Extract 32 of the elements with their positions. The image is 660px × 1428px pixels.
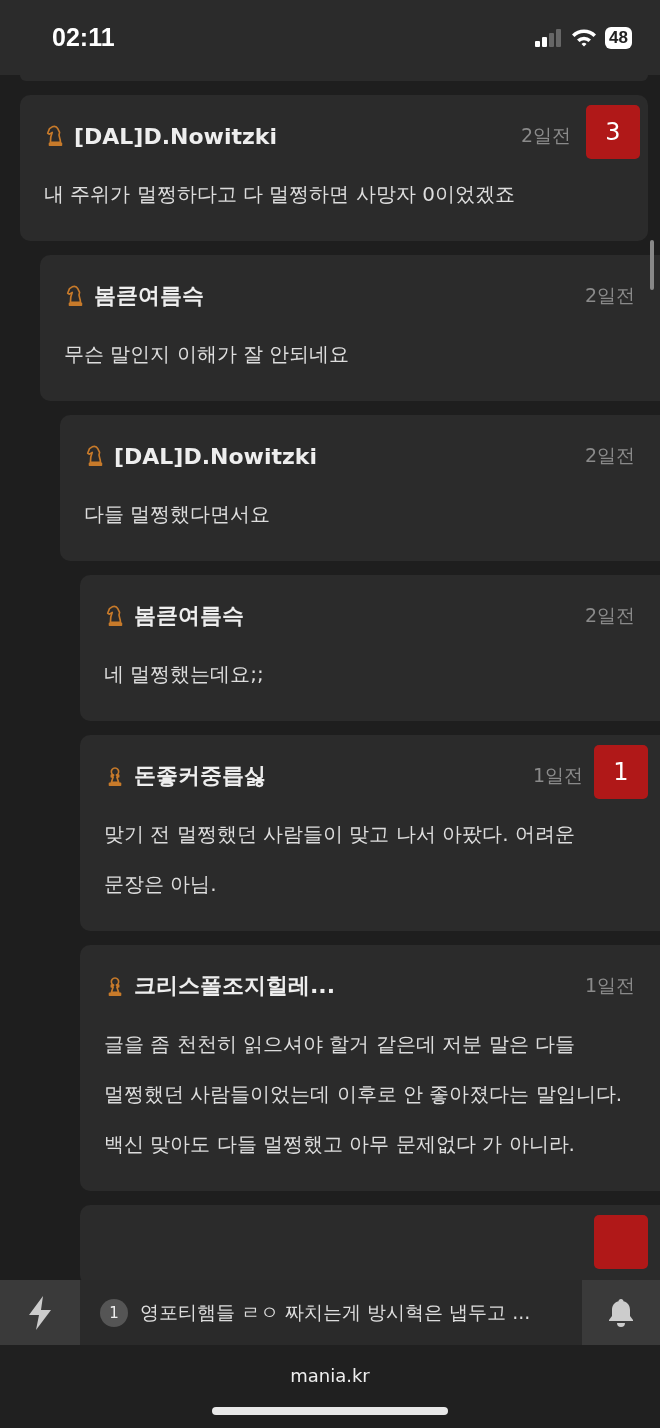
- ticker-headline: 영포티햄들 ㄹㅇ 짜치는게 방시혁은 냅두고 ...: [140, 1299, 531, 1325]
- comment-time: 2일전: [584, 603, 635, 628]
- comment-author: 봄큳여름슥: [134, 602, 245, 630]
- clock-time: 02:11: [52, 23, 115, 52]
- quick-button[interactable]: [0, 1280, 80, 1345]
- vote-count: 1: [594, 745, 648, 799]
- signal-icon: [535, 28, 564, 47]
- comment-text: 무슨 말인지 이해가 잘 안되네요: [64, 341, 351, 368]
- comment-author: 돈좋커중릅싫: [134, 762, 267, 790]
- notification-button[interactable]: [582, 1280, 660, 1345]
- vote-count: 3: [586, 105, 640, 159]
- comment-time: 1일전: [584, 973, 635, 998]
- comment-text: 글을 좀 천천히 읽으셔야 할거 같은데 저분 말은 다들 멀쩡했던 사람들이었는데 이후로 안 좋아졌다는 말입니다. 백신 맞아도 다들 멀쩡했고 아무 문제없다 가 아니라.: [104, 1031, 624, 1158]
- bell-icon: [607, 1297, 635, 1328]
- lightning-icon: [26, 1294, 54, 1331]
- comment-author: [DAL]D.Nowitzki: [114, 443, 318, 469]
- comment-time: 2일전: [584, 443, 635, 468]
- comment-text: 네 멀쩡했는데요;;: [104, 661, 265, 688]
- scrollbar: [650, 240, 654, 290]
- comment-author: 크리스폴조지힐레...: [134, 972, 337, 1000]
- comment-text: 맞기 전 멀쩡했던 사람들이 맞고 나서 아팠다. 어려운 문장은 아님.: [104, 821, 576, 898]
- comment-text: 다들 멀쩡했다면서요: [84, 501, 272, 528]
- wifi-icon: [571, 28, 598, 47]
- battery-level: 48: [605, 26, 632, 49]
- comment-author: 봄큳여름슥: [94, 282, 205, 310]
- comment-time: 2일전: [520, 123, 571, 148]
- comment-time: 1일전: [532, 763, 583, 788]
- comment-time: 2일전: [584, 283, 635, 308]
- comment-text: 내 주위가 멀쩡하다고 다 멀쩡하면 사망자 0이었겠죠: [44, 181, 516, 208]
- ticker-count: 1: [100, 1298, 128, 1327]
- comment-author: [DAL]D.Nowitzki: [74, 123, 278, 149]
- site-domain: mania.kr: [290, 1365, 370, 1386]
